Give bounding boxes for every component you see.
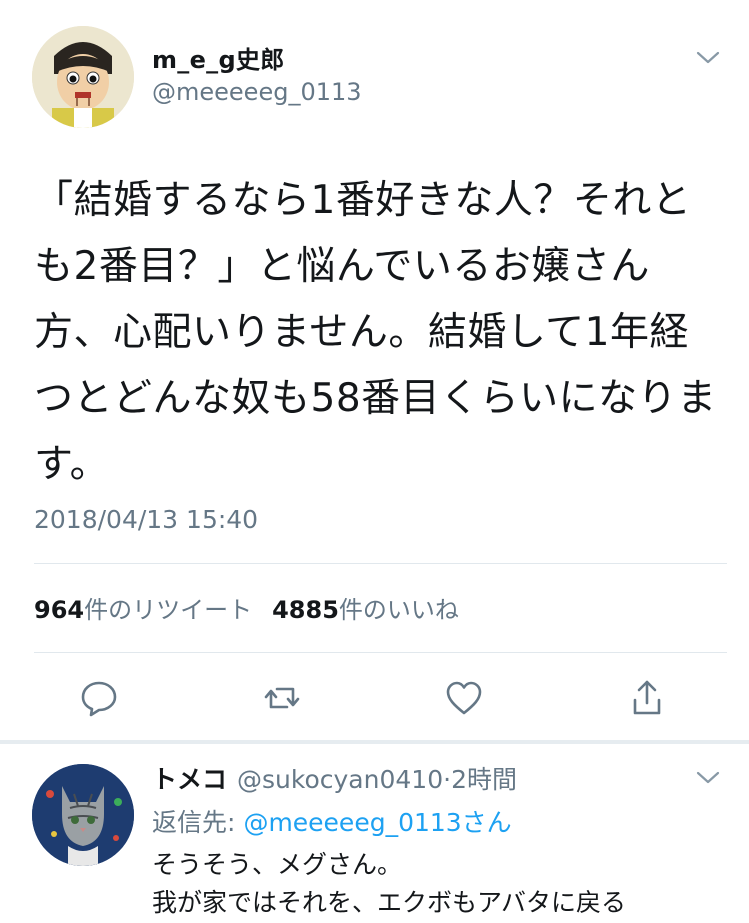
chevron-down-icon[interactable] [695,770,721,786]
main-tweet: m_e_g史郎 @meeeeeg_0113 「結婚するなら1番好きな人？それとも… [0,0,749,740]
reply-author-handle[interactable]: @sukocyan0410 [237,765,443,794]
action-bar [78,676,668,720]
cat-avatar-image [32,764,134,866]
tweet-text: 「結婚するなら1番好きな人？それとも2番目？」と悩んでいるお嬢さん方、心配いりま… [34,178,717,487]
chevron-down-icon[interactable] [695,50,721,66]
meta-separator: · [443,765,452,794]
doll-avatar-image [32,26,134,128]
divider [34,652,727,653]
divider [34,563,727,564]
reply-header: トメコ @sukocyan0410·2時間 [152,760,517,796]
share-icon[interactable] [626,677,668,719]
retweet-icon[interactable] [261,677,303,719]
reply-to-mention[interactable]: @meeeeeg_0113さん [243,808,511,837]
like-count[interactable]: 4885 [272,596,339,624]
tweet-timestamp[interactable]: 2018/04/13 15:40 [34,505,258,534]
thread-separator [0,740,749,744]
like-label[interactable]: 件のいいね [339,590,459,625]
engagement-stats: 964 件のリツイート 4885 件のいいね [34,590,479,625]
reply-icon[interactable] [78,677,120,719]
author-handle[interactable]: @meeeeeg_0113 [152,78,362,106]
reply-text: そうそう、メグさん。 我が家ではそれを、エクボもアバタに戻る [152,846,626,922]
reply-author-name[interactable]: トメコ [152,765,227,794]
retweet-count[interactable]: 964 [34,596,84,624]
reply-text-line: 我が家ではそれを、エクボもアバタに戻る [152,888,627,917]
reply-time[interactable]: 2時間 [451,765,517,794]
author-name[interactable]: m_e_g史郎 [152,40,285,75]
reply-text-line: そうそう、メグさん。 [152,850,403,879]
like-icon[interactable] [443,677,485,719]
retweet-label[interactable]: 件のリツイート [84,590,252,625]
reply-avatar[interactable] [32,764,134,866]
avatar[interactable] [32,26,134,128]
reply-to-line: 返信先: @meeeeeg_0113さん [152,803,512,839]
reply-to-label: 返信先: [152,808,236,837]
